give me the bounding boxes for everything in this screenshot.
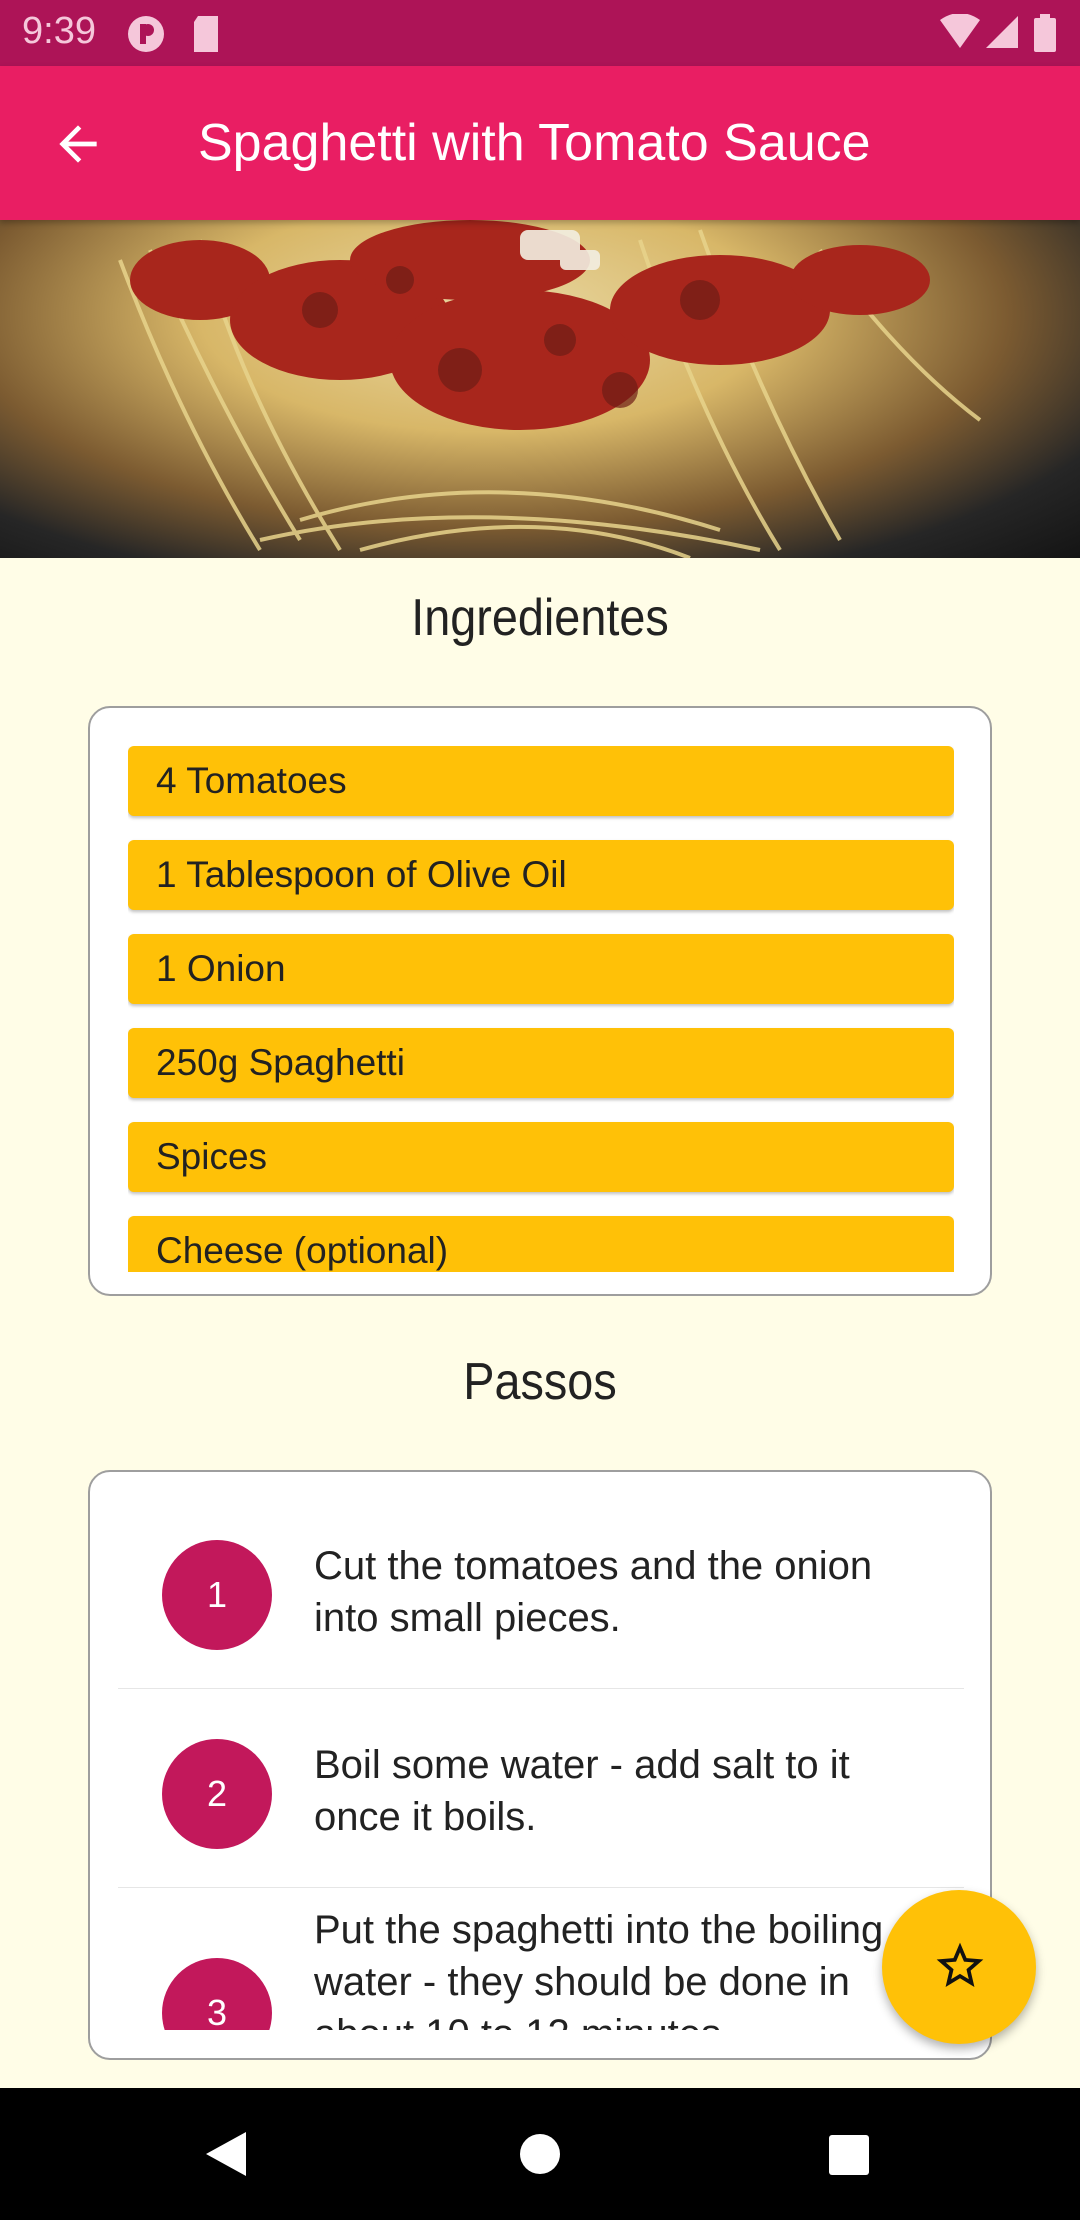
cell-signal-icon [984,14,1020,55]
ingredient-item[interactable]: Spices [128,1122,954,1192]
star-outline-icon [936,1942,984,1987]
steps-card: 1 Cut the tomatoes and the onion into sm… [88,1470,992,2060]
triangle-back-icon[interactable] [204,2130,248,2183]
square-recents-icon[interactable] [828,2134,870,2181]
step-text: Cut the tomatoes and the onion into smal… [314,1544,873,1640]
status-bar: 9:39 [0,0,1080,66]
app-bar: Spaghetti with Tomato Sauce [0,66,1080,220]
ingredients-list[interactable]: 4 Tomatoes 1 Tablespoon of Olive Oil 1 O… [128,746,954,1272]
ingredients-card: 4 Tomatoes 1 Tablespoon of Olive Oil 1 O… [88,706,992,1296]
ingredient-item[interactable]: 1 Onion [128,934,954,1004]
notification-app-icon [126,14,166,59]
ingredient-item[interactable]: 250g Spaghetti [128,1028,954,1098]
step-row[interactable]: 3 Put the spaghetti into the boiling wat… [118,1888,964,2030]
step-number-badge: 1 [162,1540,272,1650]
ingredient-item[interactable]: Cheese (optional) [128,1216,954,1272]
step-row[interactable]: 2 Boil some water - add salt to it once … [118,1689,964,1888]
circle-home-icon[interactable] [519,2133,561,2180]
recipe-image [0,220,1080,558]
ingredients-title: Ingredientes [411,589,669,647]
steps-title: Passos [463,1353,617,1411]
steps-list[interactable]: 1 Cut the tomatoes and the onion into sm… [118,1490,964,2030]
wifi-icon [938,13,982,55]
step-row[interactable]: 1 Cut the tomatoes and the onion into sm… [118,1490,964,1689]
status-time: 9:39 [22,10,96,52]
sd-card-icon [190,14,222,59]
page-title: Spaghetti with Tomato Sauce [198,114,871,172]
step-number-badge: 2 [162,1739,272,1849]
battery-icon [1034,14,1056,57]
ingredient-item[interactable]: 1 Tablespoon of Olive Oil [128,840,954,910]
arrow-back-icon[interactable] [50,116,106,172]
step-text: Put the spaghetti into the boiling water… [314,1908,884,2030]
ingredient-item[interactable]: 4 Tomatoes [128,746,954,816]
favorite-button[interactable] [882,1890,1036,2044]
step-number-badge: 3 [162,1958,272,2030]
system-nav-bar [0,2088,1080,2220]
step-text: Boil some water - add salt to it once it… [314,1743,850,1839]
